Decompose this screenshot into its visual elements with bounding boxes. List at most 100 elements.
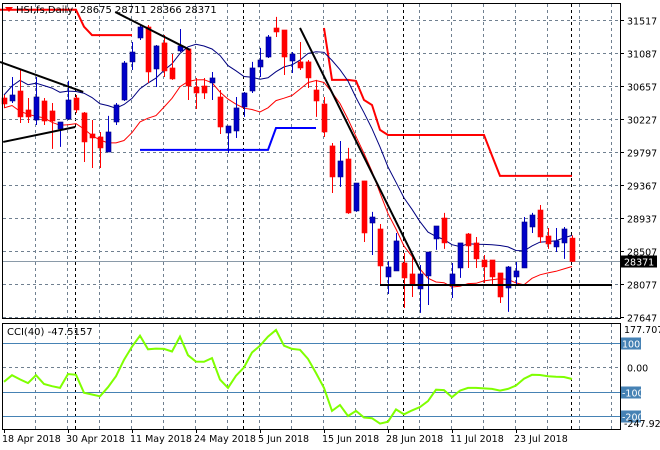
- candle-body: [81, 112, 88, 143]
- bull-candle: [137, 24, 144, 40]
- candle-body: [481, 259, 488, 268]
- candle-body: [161, 42, 168, 72]
- candle-body: [169, 67, 176, 80]
- candle-body: [433, 225, 440, 240]
- cci-level-label: -100: [622, 389, 644, 400]
- bear-candle: [169, 53, 176, 80]
- chart-ohlc-label: 28675 28711 28366 28371: [80, 5, 217, 16]
- candle-body: [65, 99, 72, 120]
- candle-body: [105, 131, 112, 153]
- price-axis-label: 31087: [627, 50, 657, 61]
- bear-candle: [465, 232, 472, 268]
- bear-candle: [569, 235, 576, 262]
- bear-candle: [345, 147, 352, 214]
- candle-body: [217, 96, 224, 128]
- candle-body: [121, 62, 128, 101]
- candle-body: [449, 273, 456, 286]
- bear-candle: [185, 48, 192, 100]
- candle-body: [305, 61, 312, 79]
- ma-low-line: [3, 79, 573, 288]
- price-axis-label: 29797: [627, 149, 657, 160]
- bull-candle: [129, 41, 136, 70]
- candle-body: [457, 242, 464, 269]
- candle-body: [337, 160, 344, 178]
- bear-candle: [73, 94, 80, 113]
- candle-body: [409, 273, 416, 286]
- candle-body: [113, 104, 120, 123]
- bull-candle: [153, 44, 160, 87]
- candle-body: [561, 228, 568, 244]
- candle-body: [393, 240, 400, 272]
- candle-body: [225, 125, 232, 134]
- candle-body: [145, 26, 152, 73]
- candle-body: [129, 51, 136, 63]
- bear-candle: [217, 89, 224, 134]
- cci-panel[interactable]: [3, 328, 620, 425]
- bear-candle: [17, 68, 24, 123]
- candle-body: [369, 216, 376, 224]
- candle-body: [289, 53, 296, 62]
- date-axis-label: 11 May 2018: [130, 434, 192, 445]
- trendline: [2, 126, 76, 143]
- candle-body: [553, 240, 560, 248]
- bull-candle: [289, 52, 296, 73]
- trendline: [114, 11, 191, 51]
- bull-candle: [265, 34, 272, 58]
- cci-zero-label: 0.00: [627, 364, 648, 375]
- bull-candle: [241, 91, 248, 117]
- date-axis-label: 24 May 2018: [194, 434, 256, 445]
- candle-body: [137, 26, 144, 39]
- bear-candle: [297, 41, 304, 70]
- date-axis-label: 5 Jun 2018: [258, 434, 309, 445]
- candle-body: [361, 180, 368, 234]
- bull-candle: [57, 121, 64, 147]
- candle-body: [89, 133, 96, 139]
- bull-candle: [425, 251, 432, 305]
- cci-title: CCI(40) -47.5157: [7, 327, 93, 338]
- trendline: [299, 27, 421, 271]
- bear-candle: [49, 102, 56, 149]
- bear-candle: [97, 131, 104, 168]
- bear-candle: [409, 256, 416, 297]
- bull-candle: [449, 262, 456, 298]
- price-axis-label: 30227: [627, 116, 657, 127]
- bull-candle: [121, 60, 128, 101]
- bull-candle: [457, 242, 464, 278]
- bear-candle: [25, 97, 32, 123]
- price-panel[interactable]: [0, 8, 620, 313]
- candle-body: [385, 266, 392, 278]
- candle-body: [241, 92, 248, 108]
- bull-candle: [177, 28, 184, 53]
- bull-candle: [393, 232, 400, 272]
- date-axis-label: 30 Apr 2018: [66, 434, 125, 445]
- bull-candle: [249, 61, 256, 93]
- bull-candle: [521, 217, 528, 269]
- candle-body: [401, 262, 408, 279]
- trading-chart[interactable]: 3151731087306573022729797293672893728507…: [0, 0, 660, 450]
- axes: 3151731087306573022729797293672893728507…: [2, 17, 660, 446]
- bear-candle: [473, 236, 480, 268]
- candle-body: [209, 77, 216, 84]
- bull-candle: [385, 260, 392, 294]
- bear-candle: [481, 254, 488, 284]
- current-price-label: 28371: [624, 258, 654, 269]
- candle-body: [9, 94, 16, 102]
- bear-candle: [193, 77, 200, 109]
- candle-body: [537, 209, 544, 238]
- candle-body: [529, 214, 536, 228]
- bear-candle: [81, 111, 88, 162]
- bear-candle: [497, 272, 504, 303]
- price-axis-label: 28077: [627, 281, 657, 292]
- candle-body: [73, 97, 80, 111]
- candle-body: [33, 96, 40, 121]
- date-axis-label: 15 Jun 2018: [322, 434, 379, 445]
- price-axis-label: 29367: [627, 182, 657, 193]
- candle-body: [273, 27, 280, 33]
- price-axis-label: 27647: [627, 314, 657, 325]
- bull-candle: [9, 76, 16, 103]
- candle-body: [313, 89, 320, 102]
- bear-candle: [545, 227, 552, 249]
- bear-candle: [145, 24, 152, 83]
- candle-body: [417, 273, 424, 290]
- cci-max-label: 177.7073: [624, 325, 660, 336]
